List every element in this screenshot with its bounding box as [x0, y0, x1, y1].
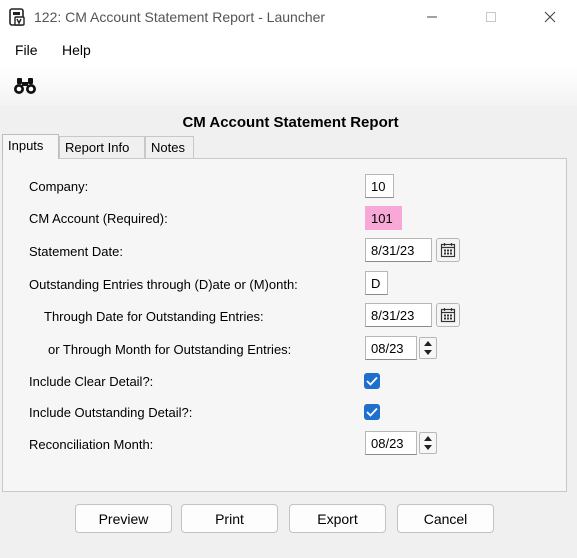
cm-account-input[interactable]: 101 — [365, 206, 402, 230]
maximize-icon — [486, 12, 496, 22]
binoculars-icon[interactable] — [12, 76, 38, 96]
title-bar: 122: CM Account Statement Report - Launc… — [0, 0, 577, 34]
statement-date-label: Statement Date: — [29, 244, 123, 259]
menu-help[interactable]: Help — [62, 42, 91, 58]
print-button[interactable]: Print — [181, 504, 278, 533]
maximize-button[interactable] — [468, 0, 514, 34]
statement-date-calendar-button[interactable] — [436, 238, 460, 262]
through-month-label: or Through Month for Outstanding Entries… — [48, 342, 292, 357]
recon-month-label: Reconciliation Month: — [29, 437, 154, 452]
arrow-up-icon — [424, 436, 432, 441]
outstanding-through-label: Outstanding Entries through (D)ate or (M… — [29, 277, 298, 292]
through-date-calendar-button[interactable] — [436, 303, 460, 327]
minimize-icon — [427, 16, 437, 18]
export-button[interactable]: Export — [289, 504, 386, 533]
statement-date-input[interactable]: 8/31/23 — [365, 238, 432, 262]
company-label: Company: — [29, 179, 89, 194]
inputs-panel: Company: 10 CM Account (Required): 101 S… — [2, 158, 567, 492]
arrow-down-icon — [424, 445, 432, 450]
include-clear-checkbox[interactable] — [364, 373, 380, 389]
through-date-input[interactable]: 8/31/23 — [365, 303, 432, 327]
calendar-icon — [440, 308, 456, 323]
spin-down-button[interactable] — [420, 443, 436, 453]
spin-up-button[interactable] — [420, 338, 436, 348]
close-button[interactable] — [527, 0, 573, 34]
include-outstanding-label: Include Outstanding Detail?: — [29, 405, 193, 420]
recon-month-input[interactable]: 08/23 — [365, 431, 417, 455]
close-icon — [544, 11, 556, 23]
tab-report-info[interactable]: Report Info — [59, 136, 145, 158]
toolbar — [0, 66, 577, 106]
company-input[interactable]: 10 — [365, 174, 394, 198]
calendar-icon — [440, 243, 456, 258]
recon-month-spinner[interactable] — [419, 432, 437, 454]
outstanding-through-input[interactable]: D — [365, 271, 388, 295]
cancel-button[interactable]: Cancel — [397, 504, 494, 533]
arrow-down-icon — [424, 350, 432, 355]
checkmark-icon — [366, 407, 378, 417]
through-month-spinner[interactable] — [419, 337, 437, 359]
spin-up-button[interactable] — [420, 433, 436, 443]
report-title: CM Account Statement Report — [182, 114, 399, 131]
tab-notes[interactable]: Notes — [145, 136, 194, 158]
preview-button[interactable]: Preview — [75, 504, 172, 533]
arrow-up-icon — [424, 341, 432, 346]
through-month-input[interactable]: 08/23 — [365, 336, 417, 360]
through-date-label: Through Date for Outstanding Entries: — [44, 309, 264, 324]
window-title: 122: CM Account Statement Report - Launc… — [34, 9, 326, 25]
menu-file[interactable]: File — [15, 42, 38, 58]
tab-inputs[interactable]: Inputs — [2, 134, 59, 159]
report-app-icon — [9, 8, 25, 26]
include-clear-label: Include Clear Detail?: — [29, 374, 154, 389]
checkmark-icon — [366, 376, 378, 386]
include-outstanding-checkbox[interactable] — [364, 404, 380, 420]
cm-account-label: CM Account (Required): — [29, 211, 168, 226]
menu-bar: File Help — [0, 34, 577, 66]
spin-down-button[interactable] — [420, 348, 436, 358]
minimize-button[interactable] — [409, 0, 455, 34]
